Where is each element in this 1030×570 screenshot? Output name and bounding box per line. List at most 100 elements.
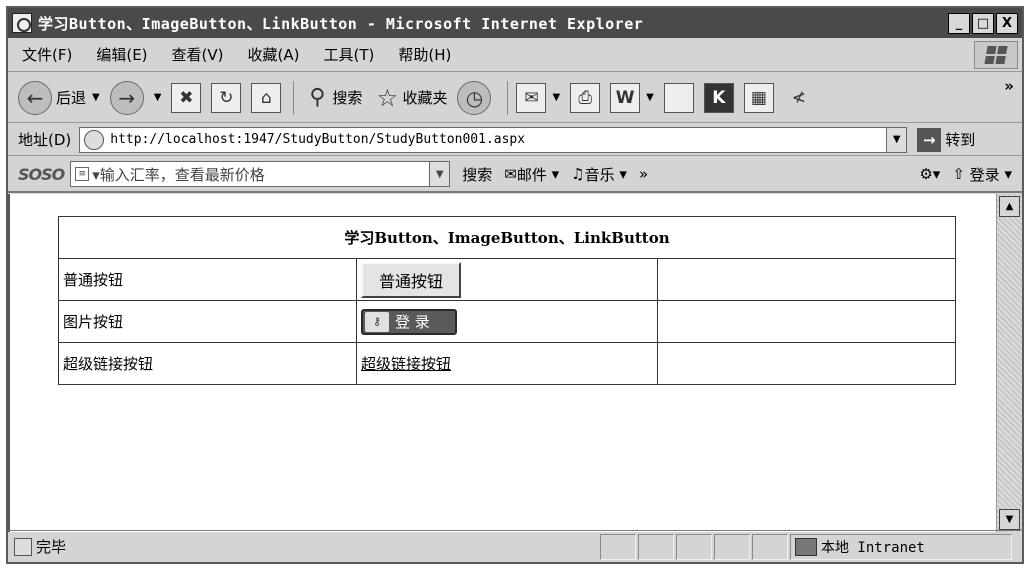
status-text: 完毕: [36, 538, 67, 556]
security-zone: 本地 Intranet: [790, 533, 1012, 560]
minimize-button[interactable]: _: [948, 12, 970, 34]
windows-logo-icon: [974, 41, 1018, 69]
search-dropdown-icon[interactable]: ▼: [429, 162, 450, 186]
home-icon: ⌂: [251, 82, 282, 113]
discuss-button[interactable]: [663, 82, 694, 113]
k-button[interactable]: K: [703, 82, 734, 113]
menu-edit[interactable]: 编辑(E): [96, 44, 147, 65]
login-icon: ⇧: [952, 165, 965, 183]
edit-button[interactable]: W ▼: [610, 82, 654, 113]
print-button[interactable]: ⎙: [570, 82, 601, 113]
back-label: 后退: [56, 89, 87, 107]
search-label: 搜索: [332, 89, 363, 107]
back-arrow-icon: ←: [18, 80, 52, 115]
status-panel: [752, 533, 788, 560]
row-label: 图片按钮: [58, 300, 357, 343]
music-label: 音乐: [584, 165, 615, 184]
forward-button[interactable]: → ▼: [109, 80, 162, 115]
close-button[interactable]: X: [996, 12, 1018, 34]
table-title: 学习Button、ImageButton、LinkButton: [58, 216, 956, 259]
refresh-button[interactable]: ↻: [211, 82, 242, 113]
back-button[interactable]: ← 后退 ▼: [18, 80, 100, 115]
favorites-label: 收藏夹: [402, 89, 448, 107]
favorites-button[interactable]: ☆ 收藏夹: [372, 83, 448, 113]
row-control: 普通按钮: [356, 258, 658, 301]
refresh-icon: ↻: [211, 82, 242, 113]
plain-button[interactable]: 普通按钮: [361, 261, 462, 298]
menu-favorites[interactable]: 收藏(A): [248, 44, 300, 65]
link-button[interactable]: 超级链接按钮: [361, 355, 451, 373]
soso-search-button[interactable]: 搜索: [462, 164, 492, 185]
mail-icon: ✉: [516, 82, 547, 113]
go-button[interactable]: → 转到: [917, 127, 976, 152]
page-icon: [84, 129, 105, 150]
music-icon: ♫: [571, 165, 585, 183]
history-icon: ◷: [457, 80, 492, 115]
soso-mail-button[interactable]: ✉ 邮件 ▾: [504, 164, 559, 185]
menu-file[interactable]: 文件(F): [22, 44, 72, 65]
toolbar-divider: [507, 80, 509, 115]
status-panel: [676, 533, 712, 560]
search-button[interactable]: ⚲ 搜索: [302, 83, 362, 113]
mail-dropdown-icon: ▾: [546, 165, 560, 183]
edit-dropdown-icon[interactable]: ▼: [646, 92, 654, 103]
search-input[interactable]: ≡ ▾输入汇率，查看最新价格 ▼: [70, 161, 451, 187]
settings-button[interactable]: ⚙ ▾: [919, 165, 940, 183]
button-demo-table: 学习Button、ImageButton、LinkButton 普通按钮 普通按…: [58, 216, 956, 385]
table-row: 超级链接按钮 超级链接按钮: [58, 342, 956, 385]
research-button[interactable]: ▦: [743, 82, 774, 113]
login-button[interactable]: ⇧ 登录 ▾: [952, 164, 1012, 185]
status-bar: 完毕 本地 Intranet: [8, 530, 1022, 562]
mail-dropdown-icon[interactable]: ▼: [552, 92, 560, 103]
row-empty-cell: [657, 300, 956, 343]
soso-music-button[interactable]: ♫ 音乐 ▾: [571, 164, 627, 185]
forward-dropdown-icon[interactable]: ▼: [154, 92, 162, 103]
address-url[interactable]: http://localhost:1947/StudyButton/StudyB…: [110, 132, 525, 147]
mail-button[interactable]: ✉ ▼: [516, 82, 560, 113]
menu-view[interactable]: 查看(V): [172, 44, 224, 65]
scroll-down-icon[interactable]: ▼: [999, 509, 1020, 530]
scroll-up-icon[interactable]: ▲: [999, 196, 1020, 217]
searchbar-more-icon[interactable]: »: [639, 165, 648, 183]
ie-icon: [12, 13, 32, 33]
menu-help[interactable]: 帮助(H): [398, 44, 451, 65]
go-arrow-icon: →: [917, 127, 942, 152]
go-label: 转到: [945, 131, 976, 149]
zone-text: 本地 Intranet: [821, 539, 925, 556]
address-input[interactable]: http://localhost:1947/StudyButton/StudyB…: [79, 126, 908, 153]
row-empty-cell: [657, 342, 956, 385]
mail-label: 邮件: [516, 165, 547, 184]
row-empty-cell: [657, 258, 956, 301]
menu-bar: 文件(F) 编辑(E) 查看(V) 收藏(A) 工具(T) 帮助(H): [8, 38, 1022, 72]
row-label: 超级链接按钮: [58, 342, 357, 385]
vertical-scrollbar[interactable]: ▲ ▼: [996, 194, 1022, 532]
address-dropdown-icon[interactable]: ▼: [886, 127, 907, 152]
messenger-button[interactable]: ≮: [784, 83, 814, 113]
history-button[interactable]: ◷: [457, 80, 495, 115]
standard-toolbar: ← 后退 ▼ → ▼ ✖ ↻ ⌂ ⚲ 搜索 ☆ 收藏夹 ◷ ✉ ▼ ⎙ W ▼ …: [8, 73, 1022, 123]
menu-tools[interactable]: 工具(T): [323, 44, 374, 65]
stop-icon: ✖: [171, 82, 202, 113]
row-control: 超级链接按钮: [356, 342, 658, 385]
soso-logo[interactable]: SOSO: [18, 165, 65, 184]
image-login-button[interactable]: ⚷ 登 录: [361, 308, 457, 335]
login-dropdown-icon: ▾: [999, 165, 1012, 183]
window-title: 学习Button、ImageButton、LinkButton - Micros…: [38, 14, 644, 33]
table-header-row: 学习Button、ImageButton、LinkButton: [58, 216, 956, 259]
back-dropdown-icon[interactable]: ▼: [92, 92, 100, 103]
address-bar: 地址(D) http://localhost:1947/StudyButton/…: [8, 124, 1022, 156]
status-panel: [638, 533, 674, 560]
address-label: 地址(D): [18, 131, 72, 149]
home-button[interactable]: ⌂: [251, 82, 282, 113]
intranet-icon: [795, 537, 817, 556]
maximize-button[interactable]: □: [972, 12, 994, 34]
stop-button[interactable]: ✖: [171, 82, 202, 113]
list-icon: ≡: [75, 167, 90, 181]
forward-arrow-icon: →: [109, 80, 144, 115]
toolbar-divider: [293, 80, 295, 115]
login-label: 登录: [969, 165, 1000, 184]
toolbar-more-icon[interactable]: »: [1004, 77, 1014, 95]
status-panel: [600, 533, 636, 560]
row-label: 普通按钮: [58, 258, 357, 301]
gear-icon: ⚙: [919, 165, 933, 183]
